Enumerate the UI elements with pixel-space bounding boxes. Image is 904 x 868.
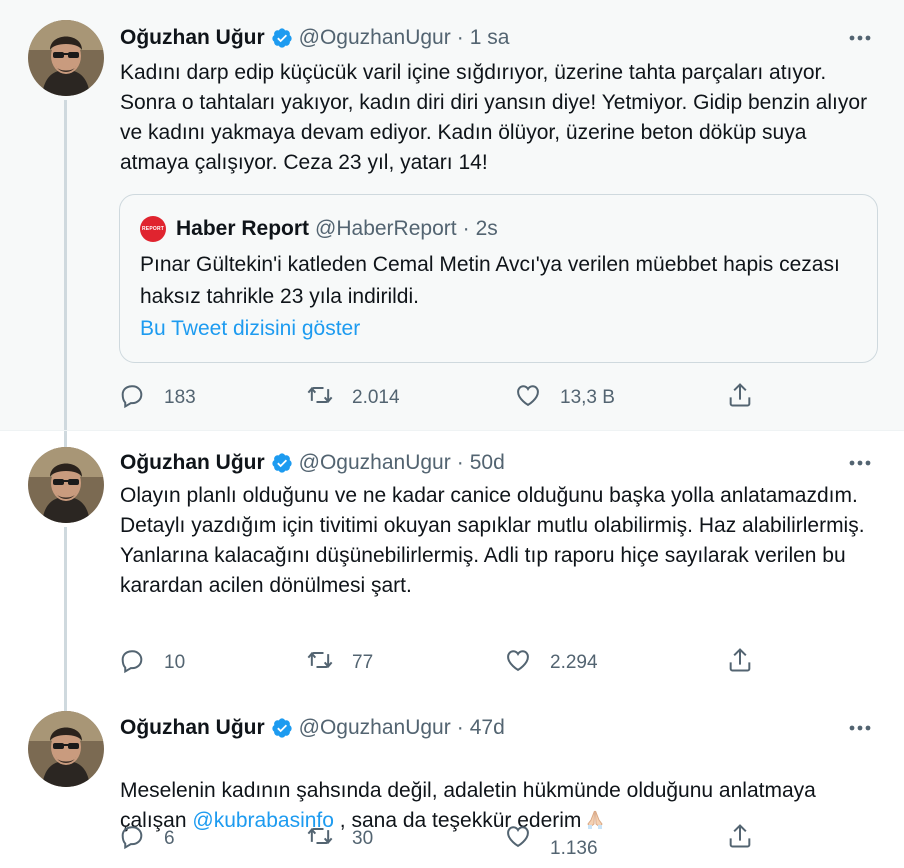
like-count: 1.136 [550, 838, 598, 859]
tweet-actions: 6 30 1.136 [110, 819, 770, 859]
author-handle[interactable]: @OguzhanUgur [299, 26, 451, 50]
reply-count: 6 [164, 828, 175, 849]
share-icon [726, 822, 754, 856]
retweet-icon [306, 822, 334, 856]
heart-icon [514, 381, 542, 415]
retweet-button[interactable]: 77 [306, 643, 373, 683]
reply-icon [118, 381, 146, 415]
share-button[interactable] [726, 378, 754, 418]
avatar[interactable] [28, 711, 104, 787]
retweet-count: 30 [352, 828, 374, 849]
more-options-icon[interactable] [842, 716, 878, 740]
author-name[interactable]: Oğuzhan Uğur [120, 716, 265, 740]
reply-button[interactable]: 6 [118, 819, 175, 859]
reply-button[interactable]: 10 [118, 643, 185, 683]
quoted-tweet-text: Pınar Gültekin'i katleden Cemal Metin Av… [140, 253, 840, 308]
like-button[interactable]: 2.294 [504, 643, 598, 683]
verified-badge-icon [271, 452, 293, 474]
tweet-timestamp[interactable]: 50d [470, 451, 505, 475]
tweet-timestamp[interactable]: 47d [470, 716, 505, 740]
quoted-tweet-header: REPORT Haber Report @HaberReport · 2s [140, 215, 498, 243]
retweet-icon [306, 381, 334, 415]
reply-icon [118, 822, 146, 856]
verified-badge-icon [271, 717, 293, 739]
retweet-count: 77 [352, 652, 374, 673]
like-count: 2.294 [550, 652, 598, 673]
like-count: 13,3 B [560, 387, 615, 408]
logo-text: REPORT [141, 226, 165, 232]
like-button[interactable]: 1.136 [504, 819, 598, 859]
quoted-timestamp[interactable]: 2s [476, 217, 498, 241]
reply-icon [118, 646, 146, 680]
tweet-text: Kadını darp edip küçücük varil içine sığ… [120, 61, 868, 174]
reply-count: 10 [164, 652, 186, 673]
tweet-timestamp[interactable]: 1 sa [470, 26, 510, 50]
author-name[interactable]: Oğuzhan Uğur [120, 26, 265, 50]
share-button[interactable] [726, 819, 754, 859]
haber-report-logo[interactable]: REPORT [140, 216, 166, 242]
tweet-1[interactable]: Oğuzhan Uğur @OguzhanUgur · 1 sa Kadını … [0, 0, 904, 430]
tweet-text: Olayın planlı olduğunu ve ne kadar canic… [120, 484, 865, 597]
author-name[interactable]: Oğuzhan Uğur [120, 451, 265, 475]
tweet-actions: 10 77 2.294 [110, 643, 770, 683]
separator-dot: · [456, 716, 464, 739]
tweet-header: Oğuzhan Uğur @OguzhanUgur · 47d [120, 714, 505, 742]
author-handle[interactable]: @OguzhanUgur [299, 451, 451, 475]
reply-button[interactable]: 183 [118, 378, 196, 418]
separator-dot: · [456, 451, 464, 474]
thread-line [64, 100, 67, 430]
reply-count: 183 [164, 387, 196, 408]
share-button[interactable] [726, 643, 754, 683]
separator-dot: · [456, 26, 464, 49]
retweet-button[interactable]: 2.014 [306, 378, 400, 418]
quoted-author-name[interactable]: Haber Report [176, 217, 309, 241]
heart-icon [504, 822, 532, 856]
like-button[interactable]: 13,3 B [514, 378, 615, 418]
share-icon [726, 381, 754, 415]
more-options-icon[interactable] [842, 26, 878, 50]
avatar[interactable] [28, 447, 104, 523]
tweet-actions: 183 2.014 13,3 B [110, 378, 770, 418]
verified-badge-icon [271, 27, 293, 49]
thread-line [64, 527, 67, 701]
author-handle[interactable]: @OguzhanUgur [299, 716, 451, 740]
quoted-tweet[interactable]: REPORT Haber Report @HaberReport · 2s Pı… [119, 194, 878, 363]
retweet-count: 2.014 [352, 387, 400, 408]
share-icon [726, 646, 754, 680]
thread-line [64, 701, 67, 711]
tweet-2[interactable]: Oğuzhan Uğur @OguzhanUgur · 50d Olayın p… [0, 431, 904, 701]
separator-dot: · [462, 217, 470, 240]
tweet-header: Oğuzhan Uğur @OguzhanUgur · 50d [120, 449, 505, 477]
retweet-button[interactable]: 30 [306, 819, 373, 859]
avatar[interactable] [28, 20, 104, 96]
thread-line [64, 431, 67, 447]
tweet-header: Oğuzhan Uğur @OguzhanUgur · 1 sa [120, 24, 509, 52]
show-thread-link[interactable]: Bu Tweet dizisini göster [140, 317, 360, 341]
tweet-3[interactable]: Oğuzhan Uğur @OguzhanUgur · 47d Meseleni… [0, 701, 904, 868]
more-options-icon[interactable] [842, 451, 878, 475]
retweet-icon [306, 646, 334, 680]
quoted-author-handle[interactable]: @HaberReport [315, 217, 457, 241]
heart-icon [504, 646, 532, 680]
